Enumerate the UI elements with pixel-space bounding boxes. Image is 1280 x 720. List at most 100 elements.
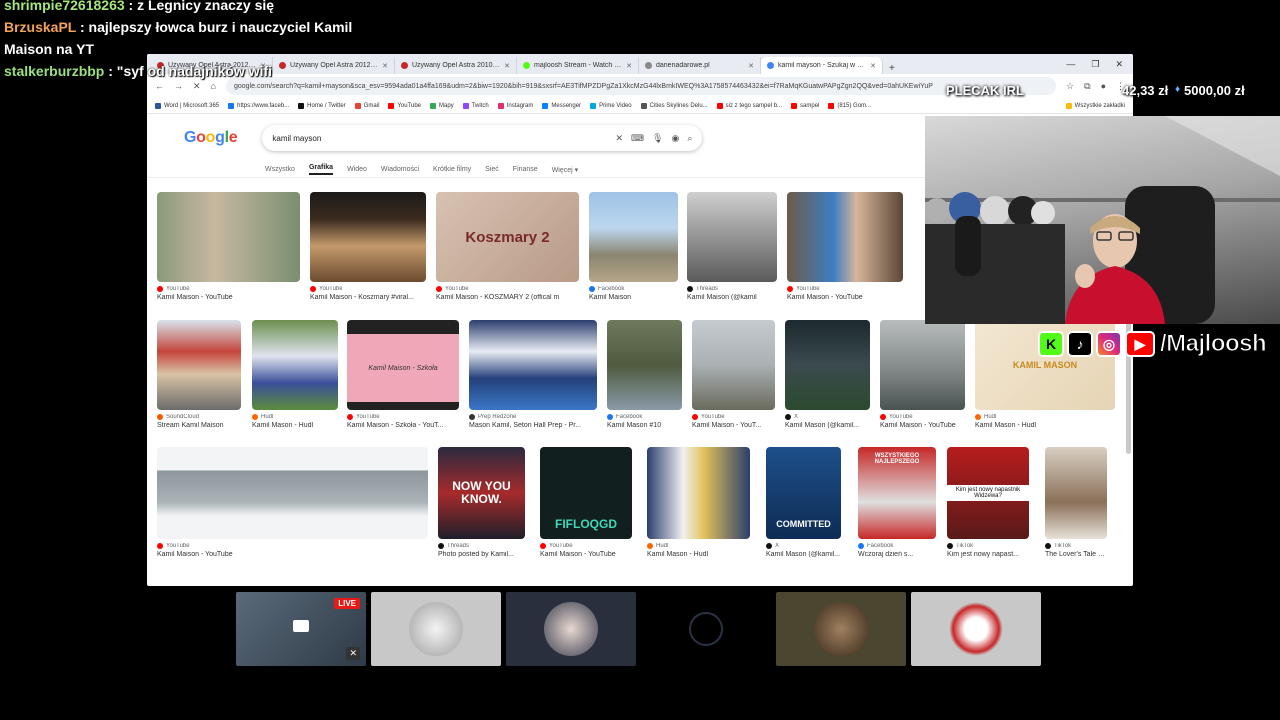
image-result[interactable]: SoundCloud Stream Kamil Maison — [157, 320, 241, 429]
image-result[interactable]: YouTube Kamil Maison - YouTube — [787, 192, 903, 301]
source-label: X — [794, 414, 799, 420]
source-label: Threads — [696, 286, 719, 292]
profile-icon[interactable]: ● — [1101, 81, 1106, 91]
search-input[interactable]: kamil mayson — [272, 134, 607, 143]
bookmark-item[interactable]: Instagram — [497, 102, 533, 109]
image-result[interactable]: Prep Redzone Mason Kamil, Seton Hall Pre… — [469, 320, 597, 429]
image-result[interactable]: WSZYSTKIEGO NAJLEPSZEGO Facebook Wczoraj… — [858, 447, 936, 558]
extensions-icon[interactable]: ⧉ — [1084, 81, 1090, 92]
tab-all[interactable]: Wszystko — [265, 166, 295, 173]
tab-web[interactable]: Sieć — [485, 166, 499, 173]
result-title: Kamil Mason - Hudl — [252, 422, 314, 429]
browser-tab[interactable]: majloosh Stream - Watch Live ✕ — [517, 57, 639, 74]
image-result[interactable]: Facebook Kamil Maison — [589, 192, 678, 301]
image-result[interactable]: FIFLOQGD YouTube Kamil Maison - YouTube — [540, 447, 632, 558]
image-result[interactable]: Kim jest nowy napastnik Widzewa? TikTok … — [947, 447, 1029, 558]
close-icon[interactable]: ✕ — [504, 62, 510, 70]
image-result[interactable]: Hudl Kamil Mason - Hudl — [647, 447, 750, 558]
bookmark-item[interactable]: https://www.faceb... — [228, 102, 289, 109]
bookmark-item[interactable]: Gmail — [354, 102, 380, 109]
bookmark-item[interactable]: Cities Skylines Delu... — [640, 102, 708, 109]
tab-images[interactable]: Grafika — [308, 164, 334, 175]
source-label: Facebook — [616, 414, 643, 420]
close-icon[interactable]: ✕ — [870, 62, 876, 70]
image-result[interactable]: YouTube Kamil Maison - YouTube — [157, 447, 428, 558]
image-result[interactable]: Facebook Kamil Mason #10 — [607, 320, 682, 429]
bookmark-item[interactable]: Prime Video — [590, 102, 632, 109]
image-result[interactable]: X Kamil Mason (@kamil... — [785, 320, 870, 429]
thumbnail-caption: COMMITTED — [776, 519, 831, 529]
source-label: YouTube — [166, 286, 190, 292]
close-icon[interactable]: ✕ — [626, 62, 632, 70]
result-thumbnail — [157, 447, 428, 539]
search-icon[interactable]: ⌕ — [687, 133, 692, 144]
bookmark-item[interactable]: Word | Microsoft 365 — [155, 102, 219, 109]
browser-tab[interactable]: danenadarowe.pl ✕ — [639, 57, 761, 74]
tab-finance[interactable]: Finanse — [513, 166, 538, 173]
tab-news[interactable]: Wiadomości — [381, 166, 419, 173]
participant-tile[interactable] — [641, 592, 771, 666]
reload-icon[interactable]: ✕ — [193, 81, 201, 92]
bookmark-item[interactable]: Home / Twitter — [298, 102, 346, 109]
source-icon — [157, 414, 163, 420]
minimize-icon[interactable]: — — [1066, 59, 1075, 69]
keyboard-icon[interactable]: ⌨ — [631, 133, 644, 144]
tab-more[interactable]: Więcej ▾ — [552, 166, 578, 174]
image-result[interactable]: YouTube Kamil Maison - YouTube — [157, 192, 300, 301]
close-icon[interactable]: ✕ — [748, 62, 754, 70]
result-thumbnail — [589, 192, 678, 282]
maximize-icon[interactable]: ❐ — [1091, 59, 1099, 70]
image-result[interactable]: Threads Kamil Maison (@kamil — [687, 192, 777, 301]
image-result[interactable]: NOW YOU KNOW. Threads Photo posted by Ka… — [438, 447, 525, 558]
microphone-icon[interactable]: 🎙 — [652, 133, 663, 144]
participant-tile[interactable] — [776, 592, 906, 666]
image-result[interactable]: YouTube Kamil Maison - YouTube — [880, 320, 965, 429]
tab-short-videos[interactable]: Krótkie filmy — [433, 166, 471, 173]
participant-tile[interactable] — [911, 592, 1041, 666]
clear-icon[interactable]: ✕ — [615, 133, 623, 144]
bookmark-item[interactable]: siz z tego sampel b... — [716, 102, 782, 109]
bookmark-item[interactable]: Messenger — [542, 102, 581, 109]
image-result[interactable]: Hudl Kamil Mason - Hudl — [252, 320, 338, 429]
image-result[interactable]: Kamil Maison - Szkoła YouTube Kamil Mais… — [347, 320, 459, 429]
source-icon — [687, 286, 693, 292]
lens-icon[interactable]: ◉ — [671, 133, 679, 144]
search-box[interactable]: kamil mayson ✕ ⌨ 🎙 ◉ ⌕ — [262, 125, 702, 151]
image-result[interactable]: YouTube Kamil Maison - Koszmary #viral..… — [310, 192, 426, 301]
source-icon — [766, 543, 772, 549]
bookmark-item[interactable]: YouTube — [388, 102, 421, 109]
result-source: TikTok — [1045, 543, 1107, 549]
participant-tile[interactable] — [506, 592, 636, 666]
bookmark-star-icon[interactable]: ☆ — [1066, 81, 1074, 92]
tab-video[interactable]: Wideo — [347, 166, 367, 173]
browser-tab-active[interactable]: kamil mayson - Szukaj w Goog ✕ — [761, 57, 883, 74]
bookmark-label: Prime Video — [599, 102, 632, 109]
bookmark-item[interactable]: Mapy — [430, 102, 454, 109]
browser-tab[interactable]: Używany Opel Astra 2010 - 1 ✕ — [395, 57, 517, 74]
close-window-icon[interactable]: ✕ — [1115, 59, 1123, 70]
muted-icon[interactable]: ✕ — [346, 647, 360, 660]
result-source: YouTube — [347, 414, 459, 420]
new-tab-button[interactable]: + — [883, 63, 901, 74]
bookmark-icon — [298, 102, 305, 109]
avatar — [814, 602, 868, 656]
participant-tile[interactable] — [371, 592, 501, 666]
result-source: Hudl — [252, 414, 338, 420]
bookmark-item[interactable]: (815) Gom... — [828, 102, 871, 109]
image-result[interactable]: YouTube Kamil Maison - YouT... — [692, 320, 775, 429]
participant-tile[interactable]: LIVE ✕ — [236, 592, 366, 666]
image-result[interactable]: TikTok The Lover's Tale Fr... — [1045, 447, 1107, 558]
bookmark-item[interactable]: sampel — [791, 102, 819, 109]
forward-icon[interactable]: → — [174, 81, 183, 91]
avatar — [544, 602, 598, 656]
bookmarks-folder[interactable]: Wszystkie zakładki — [1065, 102, 1125, 109]
google-logo[interactable]: Google — [184, 129, 238, 147]
bookmark-item[interactable]: Twitch — [462, 102, 489, 109]
back-icon[interactable]: ← — [155, 81, 164, 91]
result-title: Kamil Mason - Hudl — [975, 422, 1037, 429]
image-result[interactable]: COMMITTED X Kamil Mason (@kamil... — [766, 447, 841, 558]
home-icon[interactable]: ⌂ — [211, 81, 216, 91]
result-thumbnail — [252, 320, 338, 410]
bookmark-label: Gmail — [363, 102, 380, 109]
image-result[interactable]: Koszmary 2 YouTube Kamil Maison - KOSZMA… — [436, 192, 579, 301]
